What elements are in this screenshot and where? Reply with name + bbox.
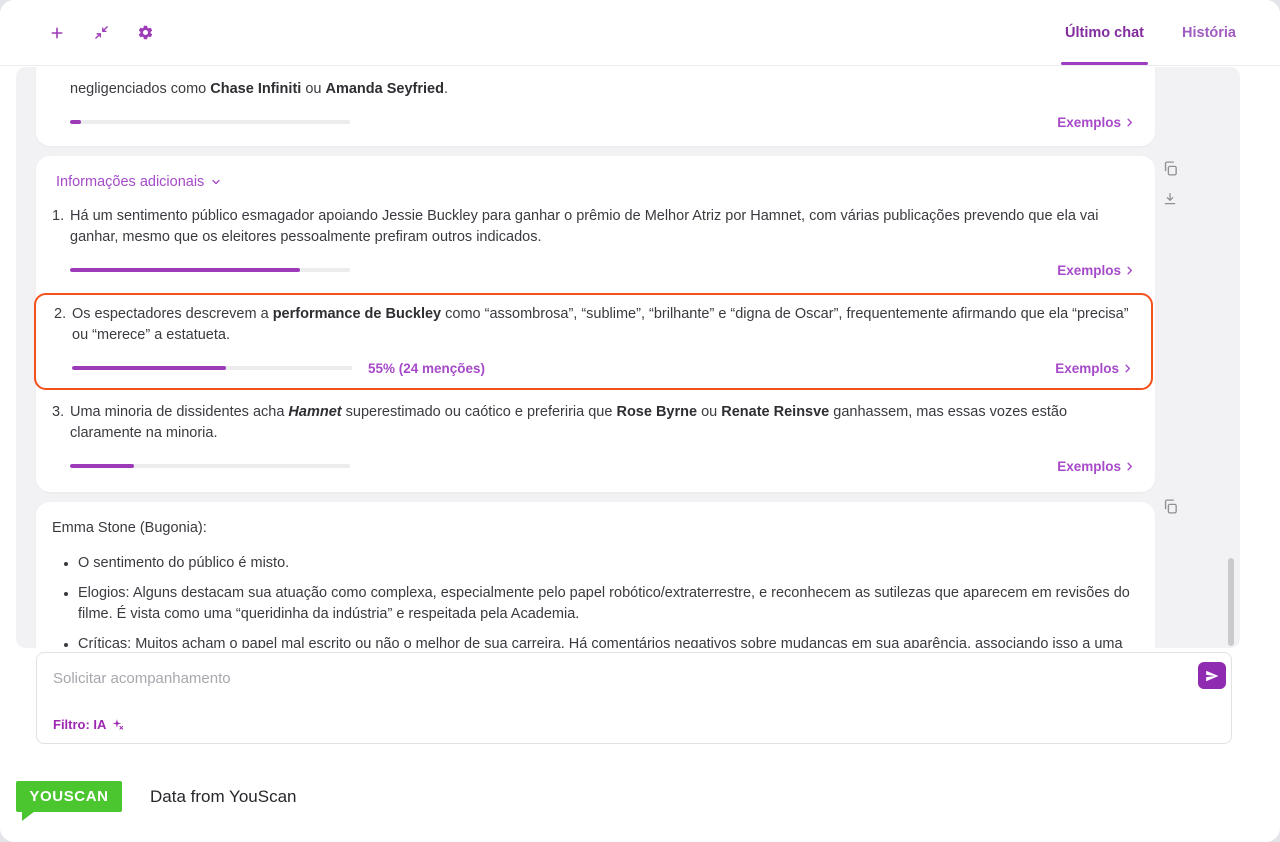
toolbar-icon-group xyxy=(48,24,154,42)
data-source-caption: Data from YouScan xyxy=(150,787,296,807)
examples-link[interactable]: Exemplos xyxy=(1057,263,1135,278)
youscan-logo-text: YOUSCAN xyxy=(29,788,108,805)
bullet-item: O sentimento do público é misto. xyxy=(64,553,1135,574)
examples-link[interactable]: Exemplos xyxy=(1057,115,1135,130)
ai-filter-label: Filtro: IA xyxy=(53,717,106,732)
active-tab-underline xyxy=(1061,62,1148,65)
chevron-right-icon xyxy=(1124,461,1135,472)
download-icon xyxy=(1162,191,1180,207)
card-title: Emma Stone (Bugonia): xyxy=(52,518,1135,539)
examples-link[interactable]: Exemplos xyxy=(1055,361,1133,376)
chevron-down-icon xyxy=(210,176,222,188)
copy-icon xyxy=(1162,498,1180,515)
bullet-text: O sentimento do público é misto. xyxy=(78,553,1135,574)
send-icon xyxy=(1205,669,1219,683)
entity-name: performance de Buckley xyxy=(273,306,441,322)
progress-track xyxy=(70,268,350,272)
progress-fill xyxy=(70,464,134,468)
insight-item-2: 2. Os espectadores descrevem a performan… xyxy=(54,304,1133,376)
tab-history[interactable]: História xyxy=(1182,0,1236,65)
entity-name: Chase Infiniti xyxy=(210,81,301,97)
settings-button[interactable] xyxy=(136,24,154,42)
progress-track xyxy=(72,366,352,370)
insight-text: Uma minoria de dissidentes acha Hamnet s… xyxy=(70,402,1135,444)
message-card-clipped: negligenciados como Chase Infiniti ou Am… xyxy=(36,67,1155,146)
new-chat-button[interactable] xyxy=(48,24,66,42)
chat-scroll-area: negligenciados como Chase Infiniti ou Am… xyxy=(16,67,1240,648)
bullet-icon xyxy=(64,643,68,647)
progress-fill xyxy=(70,120,81,124)
download-message-button[interactable] xyxy=(1162,191,1180,209)
chevron-right-icon xyxy=(1124,117,1135,128)
emma-stone-card: Emma Stone (Bugonia): O sentimento do pú… xyxy=(36,502,1155,648)
tab-last-chat[interactable]: Último chat xyxy=(1065,0,1144,65)
progress-track xyxy=(70,120,350,124)
ai-sparkle-icon xyxy=(111,718,124,731)
copy-message-button[interactable] xyxy=(1162,160,1180,178)
progress-fill xyxy=(72,366,226,370)
followup-input[interactable] xyxy=(37,653,1187,705)
scrollbar-thumb[interactable] xyxy=(1228,558,1234,646)
item-number: 2. xyxy=(54,304,72,376)
tab-bar: Último chat História xyxy=(1065,0,1236,65)
youscan-logo: YOUSCAN xyxy=(16,781,122,812)
title-name: Hamnet xyxy=(288,404,341,420)
copy-icon xyxy=(1162,160,1180,177)
highlighted-insight-outline: 2. Os espectadores descrevem a performan… xyxy=(34,293,1153,390)
bullet-item: Críticas: Muitos acham o papel mal escri… xyxy=(64,634,1135,648)
collapse-icon xyxy=(94,25,109,40)
message-text: negligenciados como Chase Infiniti ou Am… xyxy=(70,79,1135,100)
item-number: 3. xyxy=(52,402,70,474)
plus-icon xyxy=(49,25,65,41)
send-button[interactable] xyxy=(1198,662,1226,689)
entity-name: Rose Byrne xyxy=(616,404,697,420)
gear-icon xyxy=(137,24,154,41)
chat-window: Último chat História negligenciados como… xyxy=(0,0,1280,842)
item-number: 1. xyxy=(52,206,70,278)
progress-track xyxy=(70,464,350,468)
entity-name: Renate Reinsve xyxy=(721,404,829,420)
composer: Filtro: IA xyxy=(36,652,1232,744)
collapse-button[interactable] xyxy=(92,24,110,42)
progress-row: Exemplos xyxy=(70,262,1135,278)
copy-message-button[interactable] xyxy=(1162,498,1180,516)
tab-last-chat-label: Último chat xyxy=(1065,25,1144,41)
progress-row: Exemplos xyxy=(70,458,1135,474)
insight-text: Há um sentimento público esmagador apoia… xyxy=(70,206,1135,248)
mention-stat-label: 55% (24 menções) xyxy=(368,361,485,376)
insight-item-3: 3. Uma minoria de dissidentes acha Hamne… xyxy=(52,402,1135,474)
ai-filter-chip[interactable]: Filtro: IA xyxy=(53,717,124,732)
examples-link[interactable]: Exemplos xyxy=(1057,459,1135,474)
bullet-icon xyxy=(64,592,68,596)
insights-header-toggle[interactable]: Informações adicionais xyxy=(52,174,1135,190)
bullet-text: Elogios: Alguns destacam sua atuação com… xyxy=(78,583,1135,625)
tab-history-label: História xyxy=(1182,25,1236,41)
insight-item-1: 1. Há um sentimento público esmagador ap… xyxy=(52,206,1135,278)
insights-header-label: Informações adicionais xyxy=(56,174,204,190)
bullet-icon xyxy=(64,562,68,566)
progress-row: Exemplos xyxy=(70,114,1135,130)
chevron-right-icon xyxy=(1124,265,1135,276)
chevron-right-icon xyxy=(1122,363,1133,374)
insights-card: Informações adicionais 1. Há um sentimen… xyxy=(36,156,1155,492)
footer: YOUSCAN Data from YouScan xyxy=(16,781,296,812)
entity-name: Amanda Seyfried xyxy=(326,81,444,97)
progress-row: 55% (24 menções) Exemplos xyxy=(72,360,1133,376)
toolbar: Último chat História xyxy=(0,0,1280,66)
progress-fill xyxy=(70,268,300,272)
insight-text: Os espectadores descrevem a performance … xyxy=(72,304,1133,346)
bullet-item: Elogios: Alguns destacam sua atuação com… xyxy=(64,583,1135,625)
bullet-text: Críticas: Muitos acham o papel mal escri… xyxy=(78,634,1135,648)
